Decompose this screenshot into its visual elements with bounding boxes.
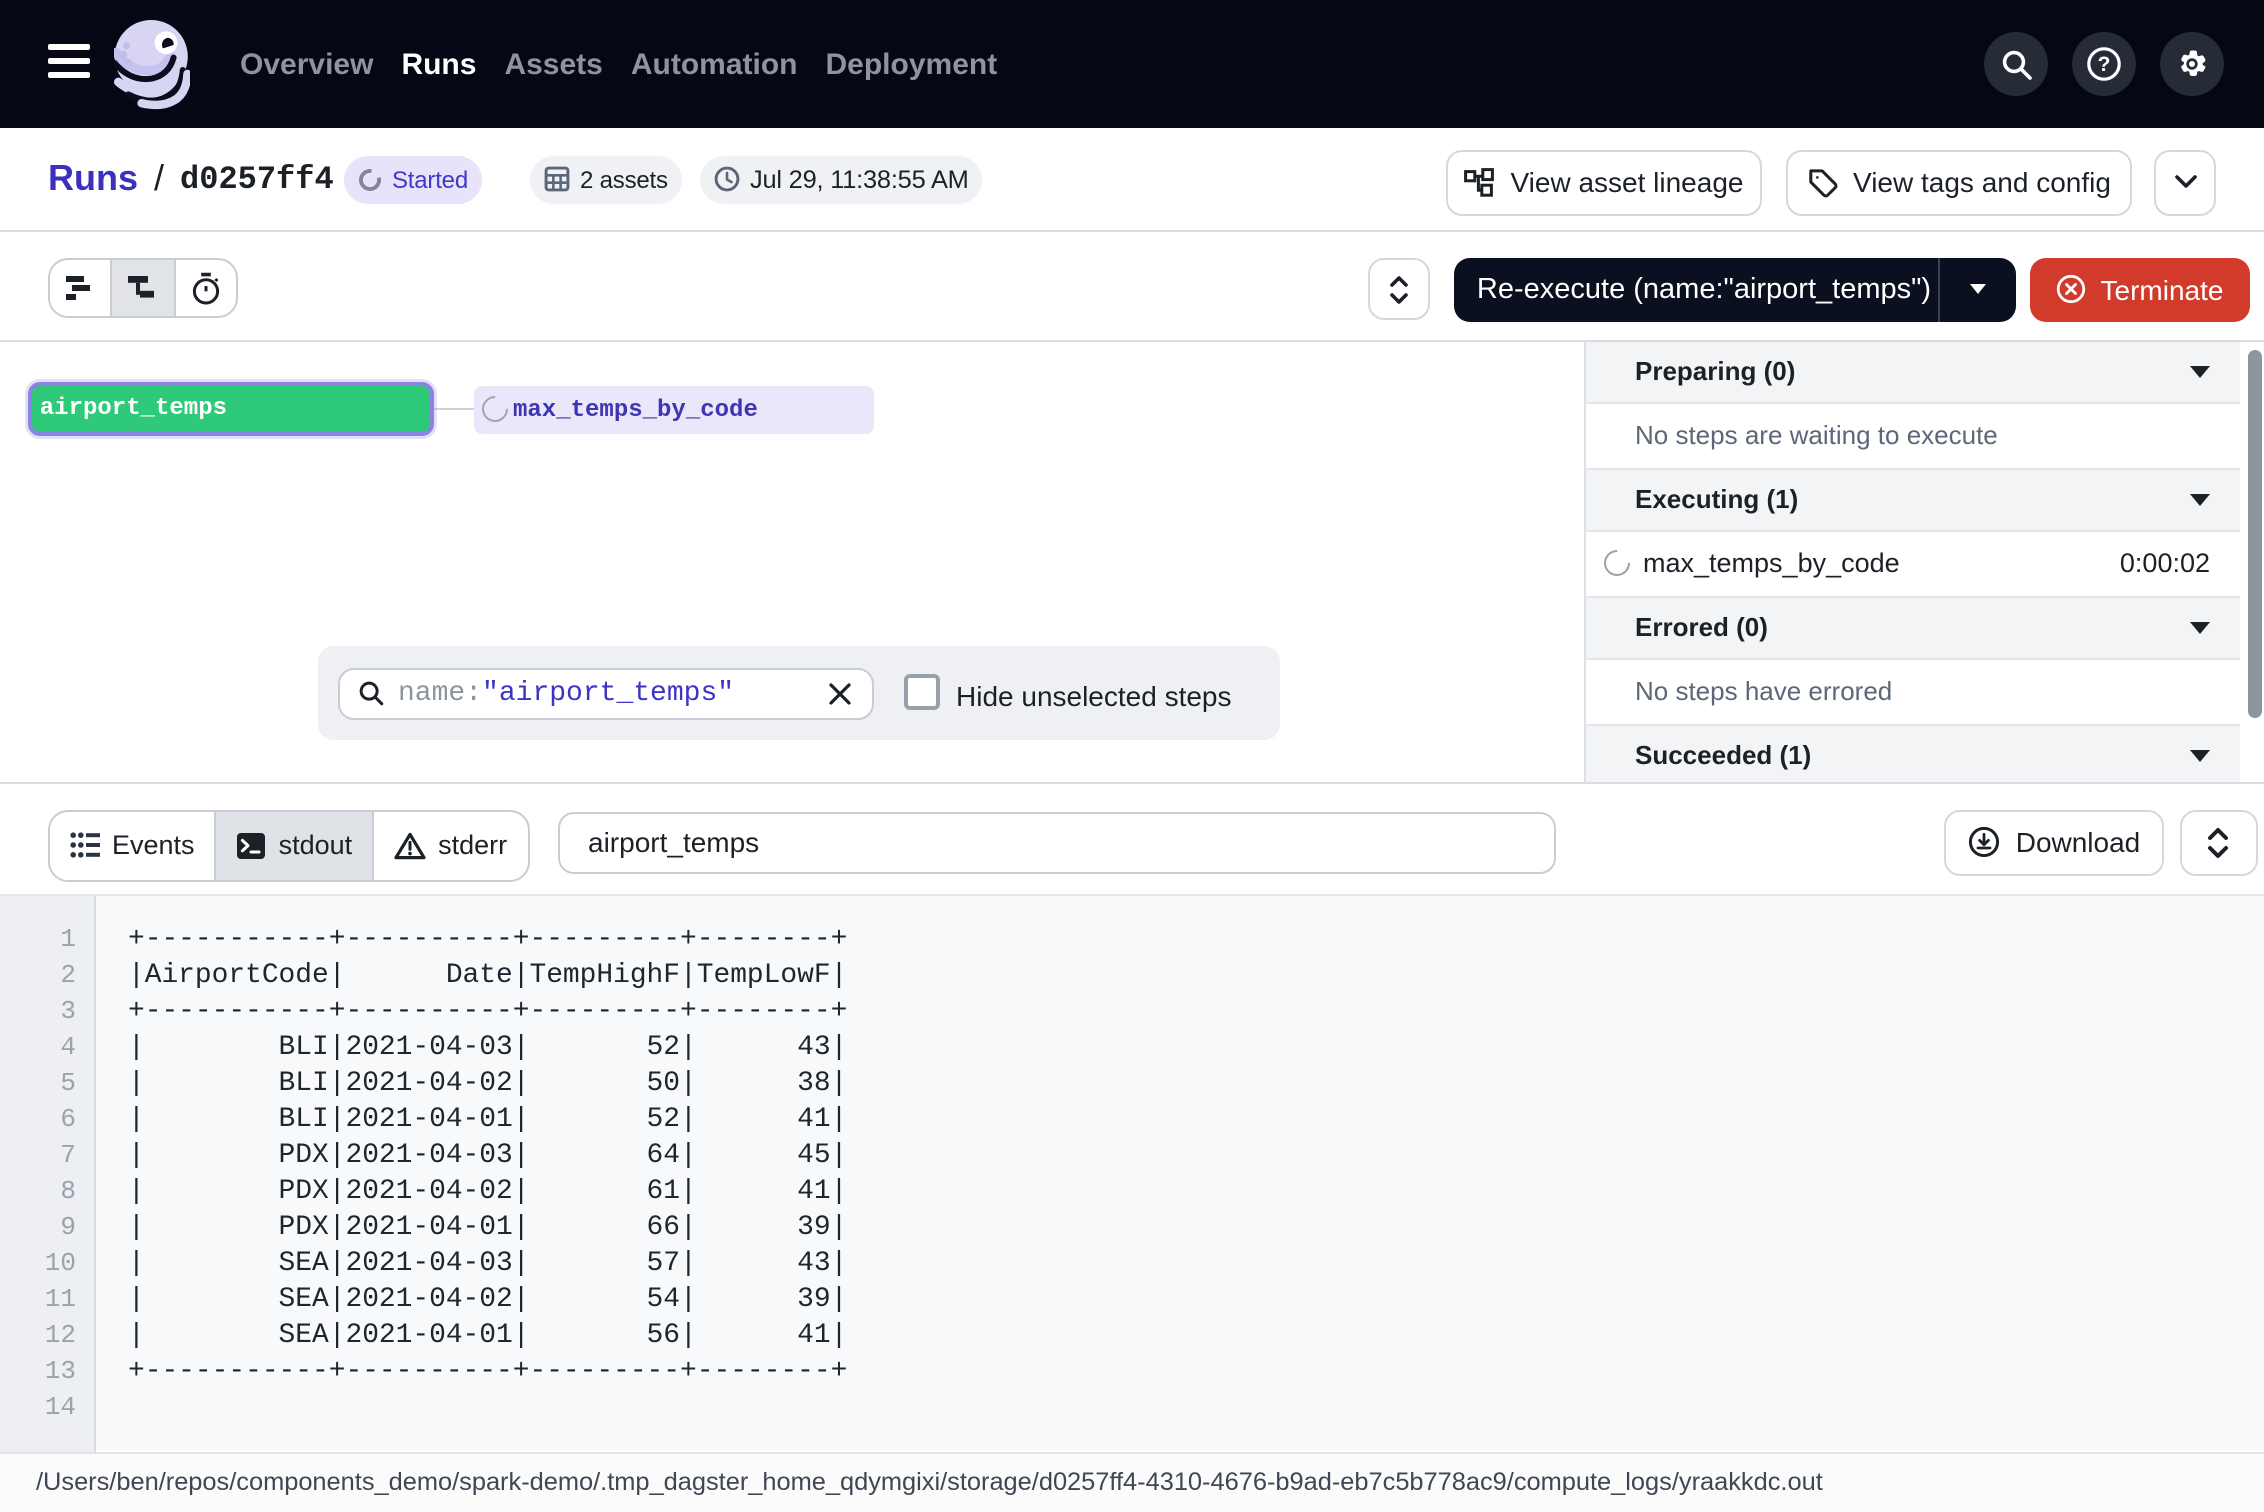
svg-text:?: ? bbox=[2098, 53, 2111, 76]
